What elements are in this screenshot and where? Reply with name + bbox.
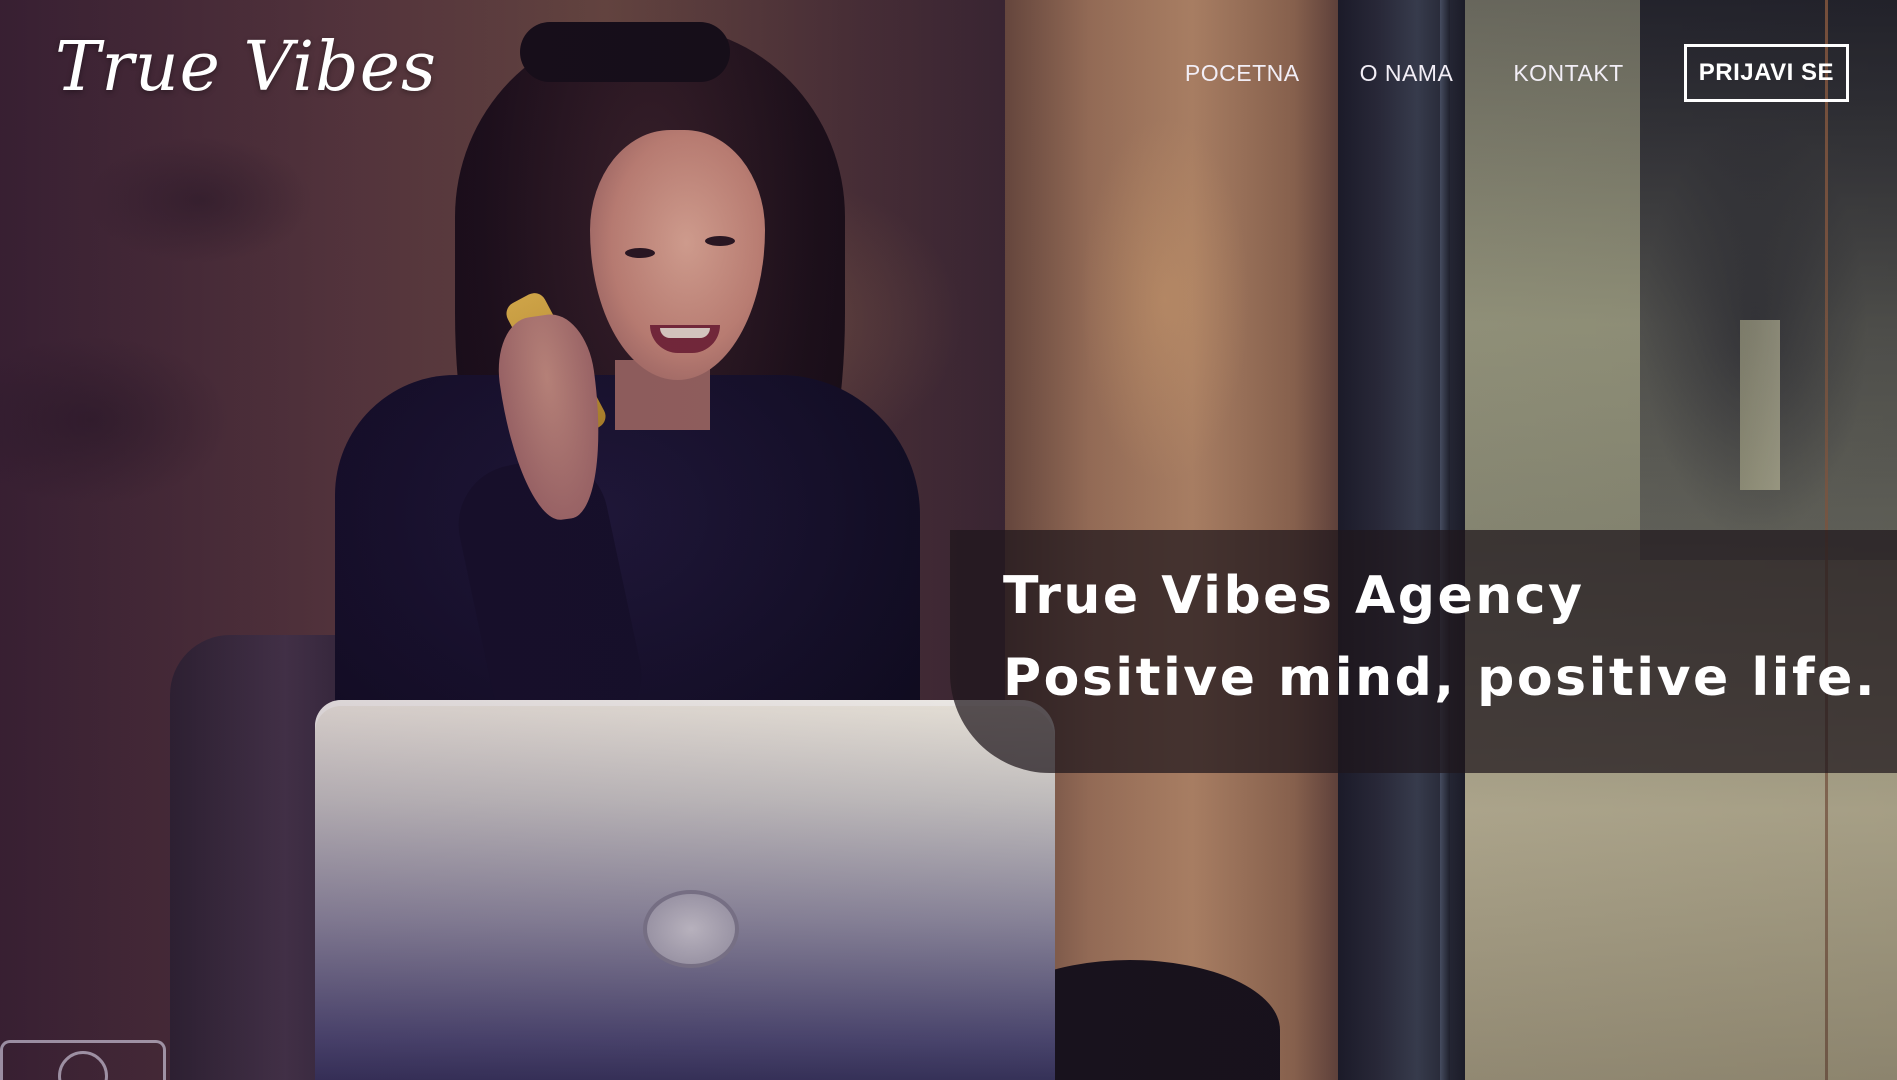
main-nav: POCETNA O NAMA KONTAKT PRIJAVI SE <box>1185 44 1849 102</box>
headline-title: True Vibes Agency <box>1003 566 1585 626</box>
nav-link-kontakt[interactable]: KONTAKT <box>1513 60 1623 87</box>
site-logo[interactable]: True Vibes <box>55 28 437 107</box>
nav-link-pocetna[interactable]: POCETNA <box>1185 60 1300 87</box>
nav-link-o-nama[interactable]: O NAMA <box>1360 60 1454 87</box>
headline-tagline: Positive mind, positive life. <box>1003 648 1878 708</box>
headline-panel: True Vibes Agency Positive mind, positiv… <box>950 530 1897 773</box>
login-button[interactable]: PRIJAVI SE <box>1683 44 1849 102</box>
